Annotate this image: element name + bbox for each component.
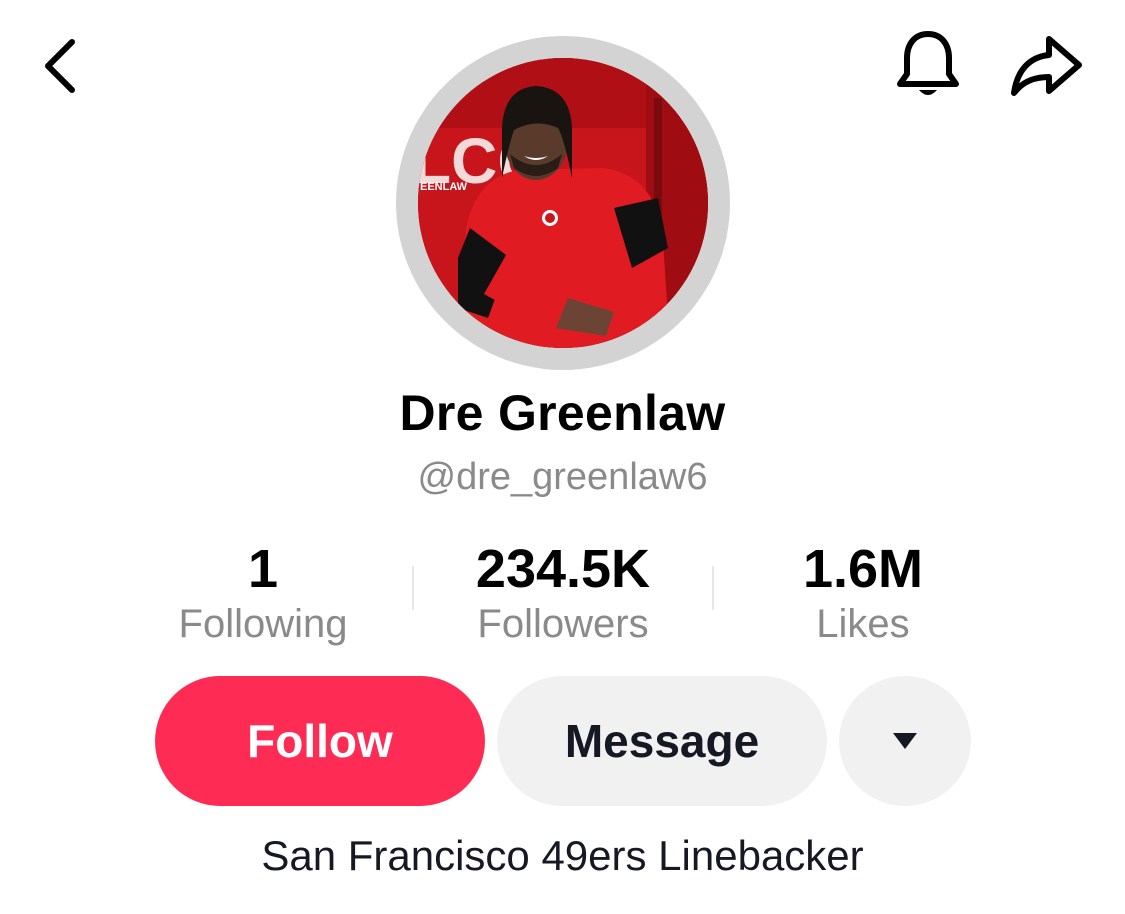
share-arrow-icon xyxy=(1011,36,1082,96)
avatar-photo: LCO EENLAW xyxy=(418,58,708,348)
stat-value: 234.5K xyxy=(475,539,651,599)
bio: San Francisco 49ers Linebacker xyxy=(261,832,864,879)
share-button[interactable] xyxy=(1004,26,1088,106)
stat-label: Following xyxy=(178,602,348,646)
notifications-button[interactable] xyxy=(888,26,968,106)
display-name: Dre Greenlaw xyxy=(399,385,726,441)
bell-icon xyxy=(897,31,959,95)
message-button[interactable]: Message xyxy=(497,676,827,806)
stat-value: 1.6M xyxy=(802,539,924,599)
stat-following[interactable]: 1 Following xyxy=(133,538,393,648)
chevron-left-icon xyxy=(45,39,75,93)
username: @dre_greenlaw6 xyxy=(417,456,708,498)
svg-text:EENLAW: EENLAW xyxy=(420,181,468,193)
stat-followers[interactable]: 234.5K Followers xyxy=(433,538,693,648)
stat-label: Followers xyxy=(477,602,649,646)
stat-likes[interactable]: 1.6M Likes xyxy=(733,538,993,648)
more-options-button[interactable] xyxy=(839,676,971,806)
avatar[interactable]: LCO EENLAW xyxy=(418,58,708,348)
stat-divider xyxy=(712,566,714,610)
stat-value: 1 xyxy=(247,539,279,599)
stat-label: Likes xyxy=(816,602,910,646)
caret-down-icon xyxy=(893,733,917,749)
stat-divider xyxy=(412,566,414,610)
follow-button[interactable]: Follow xyxy=(155,676,485,806)
back-button[interactable] xyxy=(28,30,92,102)
